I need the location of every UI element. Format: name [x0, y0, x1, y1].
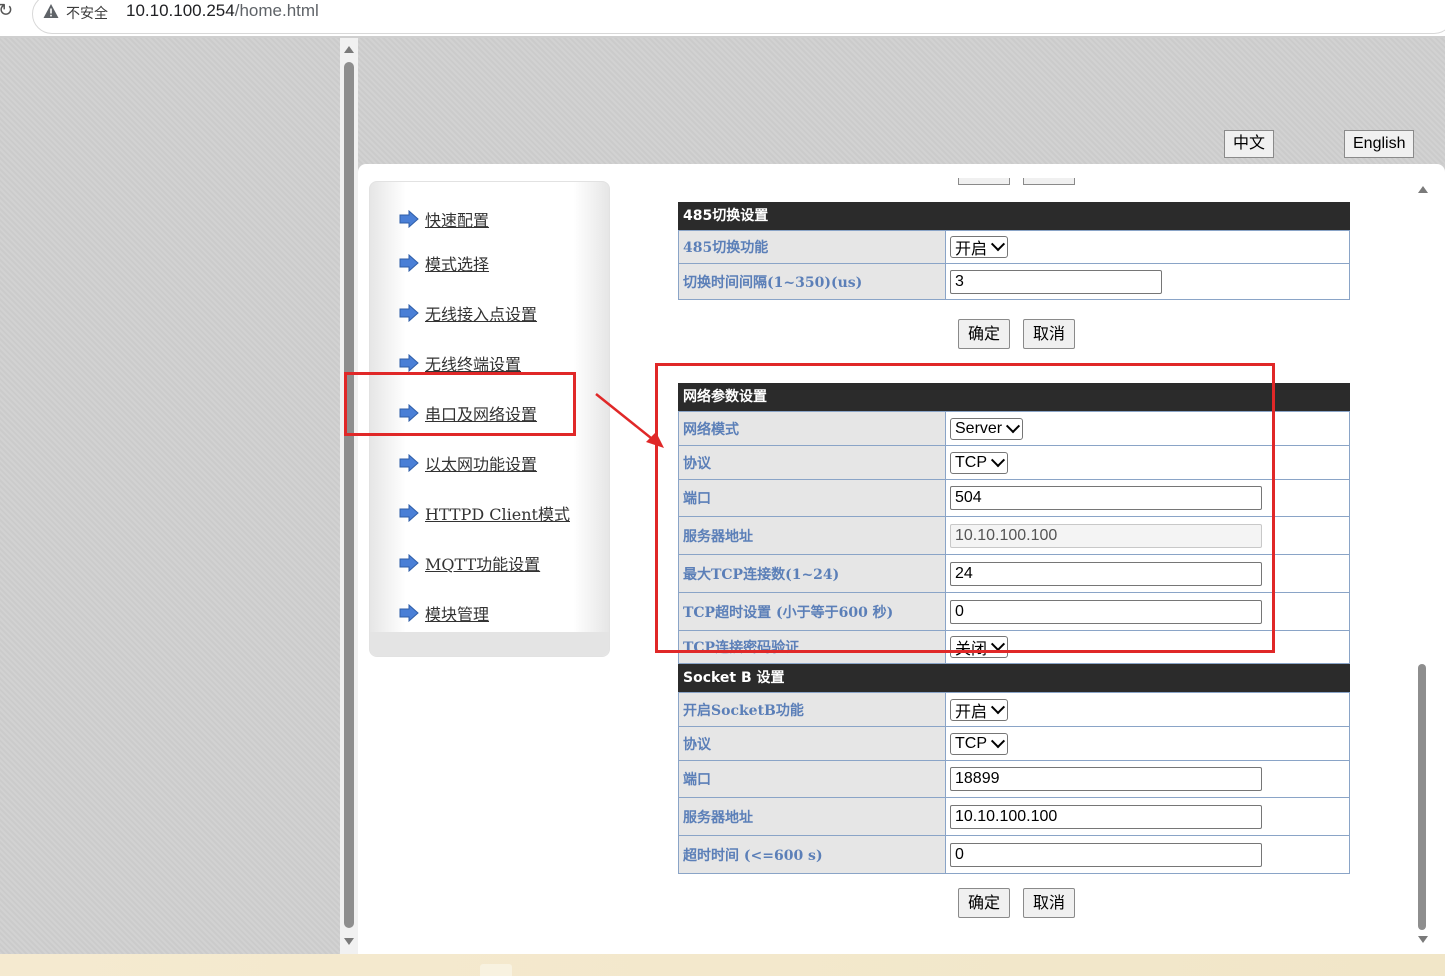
warning-icon[interactable] — [43, 3, 59, 19]
prev-cancel-button[interactable] — [1023, 178, 1075, 185]
label-sockb-timeout: 超时时间 (<=600 s) — [679, 836, 946, 873]
arrow-right-icon — [399, 554, 419, 572]
row-sockb-port: 端口 18899 — [678, 761, 1350, 798]
url-text[interactable]: 10.10.100.254/home.html — [126, 1, 319, 21]
label-sockb-enable: 开启SocketB功能 — [679, 693, 946, 726]
select-value: 开启 — [955, 703, 988, 721]
row-485-switch: 485切换功能 开启 — [678, 230, 1350, 264]
outer-scrollbar[interactable] — [340, 38, 358, 954]
arrow-right-icon — [399, 304, 419, 322]
menu-item-mode-select[interactable]: 模式选择 — [399, 251, 489, 275]
ok-button-485[interactable]: 确定 — [958, 319, 1011, 349]
section-485: 485切换设置 485切换功能 开启 切换时间间隔(1~350)(us) 3 — [678, 202, 1350, 300]
row-485-interval: 切换时间间隔(1~350)(us) 3 — [678, 264, 1350, 300]
inner-scroll-up-icon[interactable] — [1418, 186, 1428, 193]
row-sockb-protocol: 协议 TCP — [678, 727, 1350, 761]
section-socketb: Socket B 设置 开启SocketB功能 开启 协议 TCP 端口 188… — [678, 664, 1350, 874]
label-sockb-server: 服务器地址 — [679, 798, 946, 835]
left-background — [0, 38, 340, 954]
menu-item-wifi-ap[interactable]: 无线接入点设置 — [399, 301, 537, 325]
chevron-down-icon — [990, 699, 1006, 714]
label-sockb-protocol: 协议 — [679, 727, 946, 760]
menu-footer — [370, 632, 609, 656]
inner-scrollbar[interactable] — [1414, 182, 1432, 948]
reload-icon[interactable]: ↻ — [0, 2, 16, 20]
row-sockb-server: 服务器地址 10.10.100.100 — [678, 798, 1350, 836]
label-sockb-port: 端口 — [679, 761, 946, 797]
prev-ok-button[interactable] — [958, 178, 1010, 185]
menu-label[interactable]: HTTPD Client模式 — [425, 501, 570, 525]
menu-item-httpd-client[interactable]: HTTPD Client模式 — [399, 501, 570, 525]
lang-zh-button[interactable]: 中文 — [1224, 130, 1275, 158]
menu-label[interactable]: 无线接入点设置 — [425, 301, 537, 325]
top-banner — [358, 38, 1445, 164]
menu-item-quick-config[interactable]: 快速配置 — [399, 207, 489, 231]
input-sockb-server[interactable]: 10.10.100.100 — [950, 804, 1262, 829]
section-socketb-title: Socket B 设置 — [678, 664, 1350, 692]
taskbar-tab[interactable] — [480, 964, 512, 976]
row-sockb-enable: 开启SocketB功能 开启 — [678, 692, 1350, 727]
menu-label[interactable]: 快速配置 — [425, 207, 489, 231]
label-485-interval: 切换时间间隔(1~350)(us) — [679, 264, 946, 299]
arrow-right-icon — [399, 354, 419, 372]
cancel-button-485[interactable]: 取消 — [1023, 319, 1076, 349]
security-label[interactable]: 不安全 — [66, 3, 108, 23]
input-485-interval[interactable]: 3 — [950, 269, 1162, 294]
ok-button-socketb[interactable]: 确定 — [958, 888, 1011, 918]
arrow-right-icon — [399, 454, 419, 472]
select-sockb-enable[interactable]: 开启 — [950, 698, 1009, 721]
url-host: 10.10.100.254 — [126, 1, 235, 20]
annotation-section-highlight — [655, 363, 1275, 653]
select-sockb-protocol[interactable]: TCP — [950, 732, 1008, 755]
label-485-switch: 485切换功能 — [679, 231, 946, 263]
menu-item-module-manage[interactable]: 模块管理 — [399, 601, 489, 625]
menu-label[interactable]: MQTT功能设置 — [425, 551, 540, 575]
chevron-down-icon — [990, 733, 1006, 748]
select-485-switch[interactable]: 开启 — [950, 236, 1009, 258]
menu-label[interactable]: 模式选择 — [425, 251, 489, 275]
scroll-thumb[interactable] — [344, 62, 354, 928]
menu-item-ethernet[interactable]: 以太网功能设置 — [399, 451, 537, 475]
inner-scroll-down-icon[interactable] — [1418, 936, 1428, 943]
select-value: TCP — [955, 734, 987, 752]
inner-scroll-thumb[interactable] — [1418, 664, 1426, 930]
select-value: 开启 — [955, 241, 988, 258]
url-path: /home.html — [234, 1, 319, 20]
bottom-taskbar — [0, 954, 1445, 976]
annotation-arrow-icon — [595, 393, 664, 448]
chevron-down-icon — [990, 237, 1006, 252]
lang-en-button[interactable]: English — [1344, 130, 1415, 158]
arrow-right-icon — [399, 604, 419, 622]
browser-address-bar: ↻ 不安全 10.10.100.254/home.html — [0, 0, 1445, 36]
input-sockb-timeout[interactable]: 0 — [950, 842, 1262, 867]
section-485-title: 485切换设置 — [678, 202, 1350, 230]
annotation-menu-highlight — [344, 372, 576, 436]
menu-label[interactable]: 以太网功能设置 — [425, 451, 537, 475]
menu-item-mqtt[interactable]: MQTT功能设置 — [399, 551, 540, 575]
arrow-right-icon — [399, 210, 419, 228]
scroll-up-icon[interactable] — [344, 46, 354, 53]
cancel-button-socketb[interactable]: 取消 — [1023, 888, 1076, 918]
menu-label[interactable]: 模块管理 — [425, 601, 489, 625]
scroll-down-icon[interactable] — [344, 938, 354, 945]
input-sockb-port[interactable]: 18899 — [950, 767, 1262, 791]
arrow-right-icon — [399, 504, 419, 522]
row-sockb-timeout: 超时时间 (<=600 s) 0 — [678, 836, 1350, 874]
arrow-right-icon — [399, 254, 419, 272]
